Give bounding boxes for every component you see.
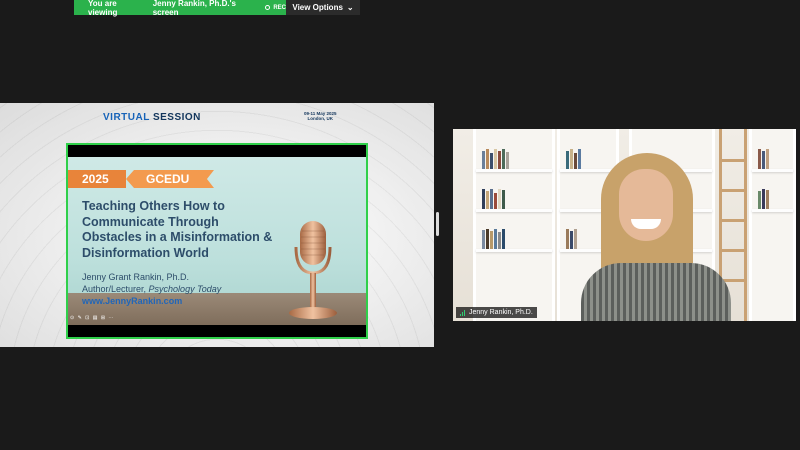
slide-role-publication: Psychology Today	[148, 284, 222, 294]
record-icon	[265, 5, 271, 10]
shared-screen[interactable]: VIRTUAL SESSION 09-11 May 2025 London, U…	[0, 103, 434, 347]
session-header-session: SESSION	[152, 112, 201, 123]
recording-indicator: REC	[265, 5, 286, 11]
shelf	[476, 249, 552, 252]
slide-toolbar[interactable]: ⊙ ✎ ⊡ ▤ ⊞ ⋯	[70, 315, 114, 321]
presentation-window[interactable]: 2025 GCEDU Teaching Others How to Commun…	[66, 143, 368, 339]
session-location: London, UK	[307, 116, 334, 121]
screen-share-banner: You are viewing Jenny Rankin, Ph.D.'s sc…	[74, 0, 360, 17]
participant-shirt	[581, 263, 731, 321]
viewing-name: Jenny Rankin, Ph.D.'s screen	[152, 0, 236, 17]
books	[482, 147, 510, 169]
slide-year-tag: 2025	[68, 170, 126, 188]
participant-name: Jenny Rankin, Ph.D.	[469, 309, 533, 316]
books	[482, 227, 506, 249]
split-resize-handle[interactable]	[436, 212, 439, 236]
participant-name-tag: Jenny Rankin, Ph.D.	[456, 307, 537, 318]
books	[482, 187, 506, 209]
session-date: 09-11 May 2025 London, UK	[304, 111, 337, 121]
bookshelf-left	[473, 129, 555, 321]
chevron-down-icon: ⌄	[346, 3, 354, 12]
slide-role-prefix: Author/Lecturer,	[82, 284, 149, 294]
participant-face	[619, 169, 673, 241]
participant-video-tile[interactable]: Jenny Rankin, Ph.D.	[453, 129, 796, 321]
slide-author-block: Jenny Grant Rankin, Ph.D. Author/Lecture…	[82, 271, 221, 307]
slide-author: Jenny Grant Rankin, Ph.D.	[82, 272, 190, 282]
bookshelf-far-right	[749, 129, 796, 321]
slide-website: www.JennyRankin.com	[82, 296, 183, 306]
view-options-label: View Options	[292, 3, 343, 12]
viewing-indicator: You are viewing Jenny Rankin, Ph.D.'s sc…	[74, 0, 286, 17]
slide-role: Author/Lecturer, Psychology Today	[82, 283, 221, 295]
rec-label: REC	[273, 4, 286, 11]
shelf	[476, 169, 552, 172]
shelf	[752, 209, 793, 212]
presentation-slide: 2025 GCEDU Teaching Others How to Commun…	[68, 157, 366, 325]
viewing-prefix: You are viewing	[88, 0, 118, 17]
participant-person	[571, 151, 751, 321]
shelf	[476, 209, 552, 212]
view-options-button[interactable]: View Options ⌄	[286, 0, 360, 15]
microphone-icon	[289, 221, 337, 319]
shelf	[752, 169, 793, 172]
books	[758, 187, 770, 209]
session-header: VIRTUAL SESSION	[103, 112, 201, 123]
signal-strength-icon	[460, 309, 466, 316]
session-header-virtual: VIRTUAL	[103, 112, 150, 123]
slide-conference-tag: GCEDU	[126, 170, 214, 188]
slide-title: Teaching Others How to Communicate Throu…	[82, 199, 273, 260]
books	[758, 147, 770, 169]
